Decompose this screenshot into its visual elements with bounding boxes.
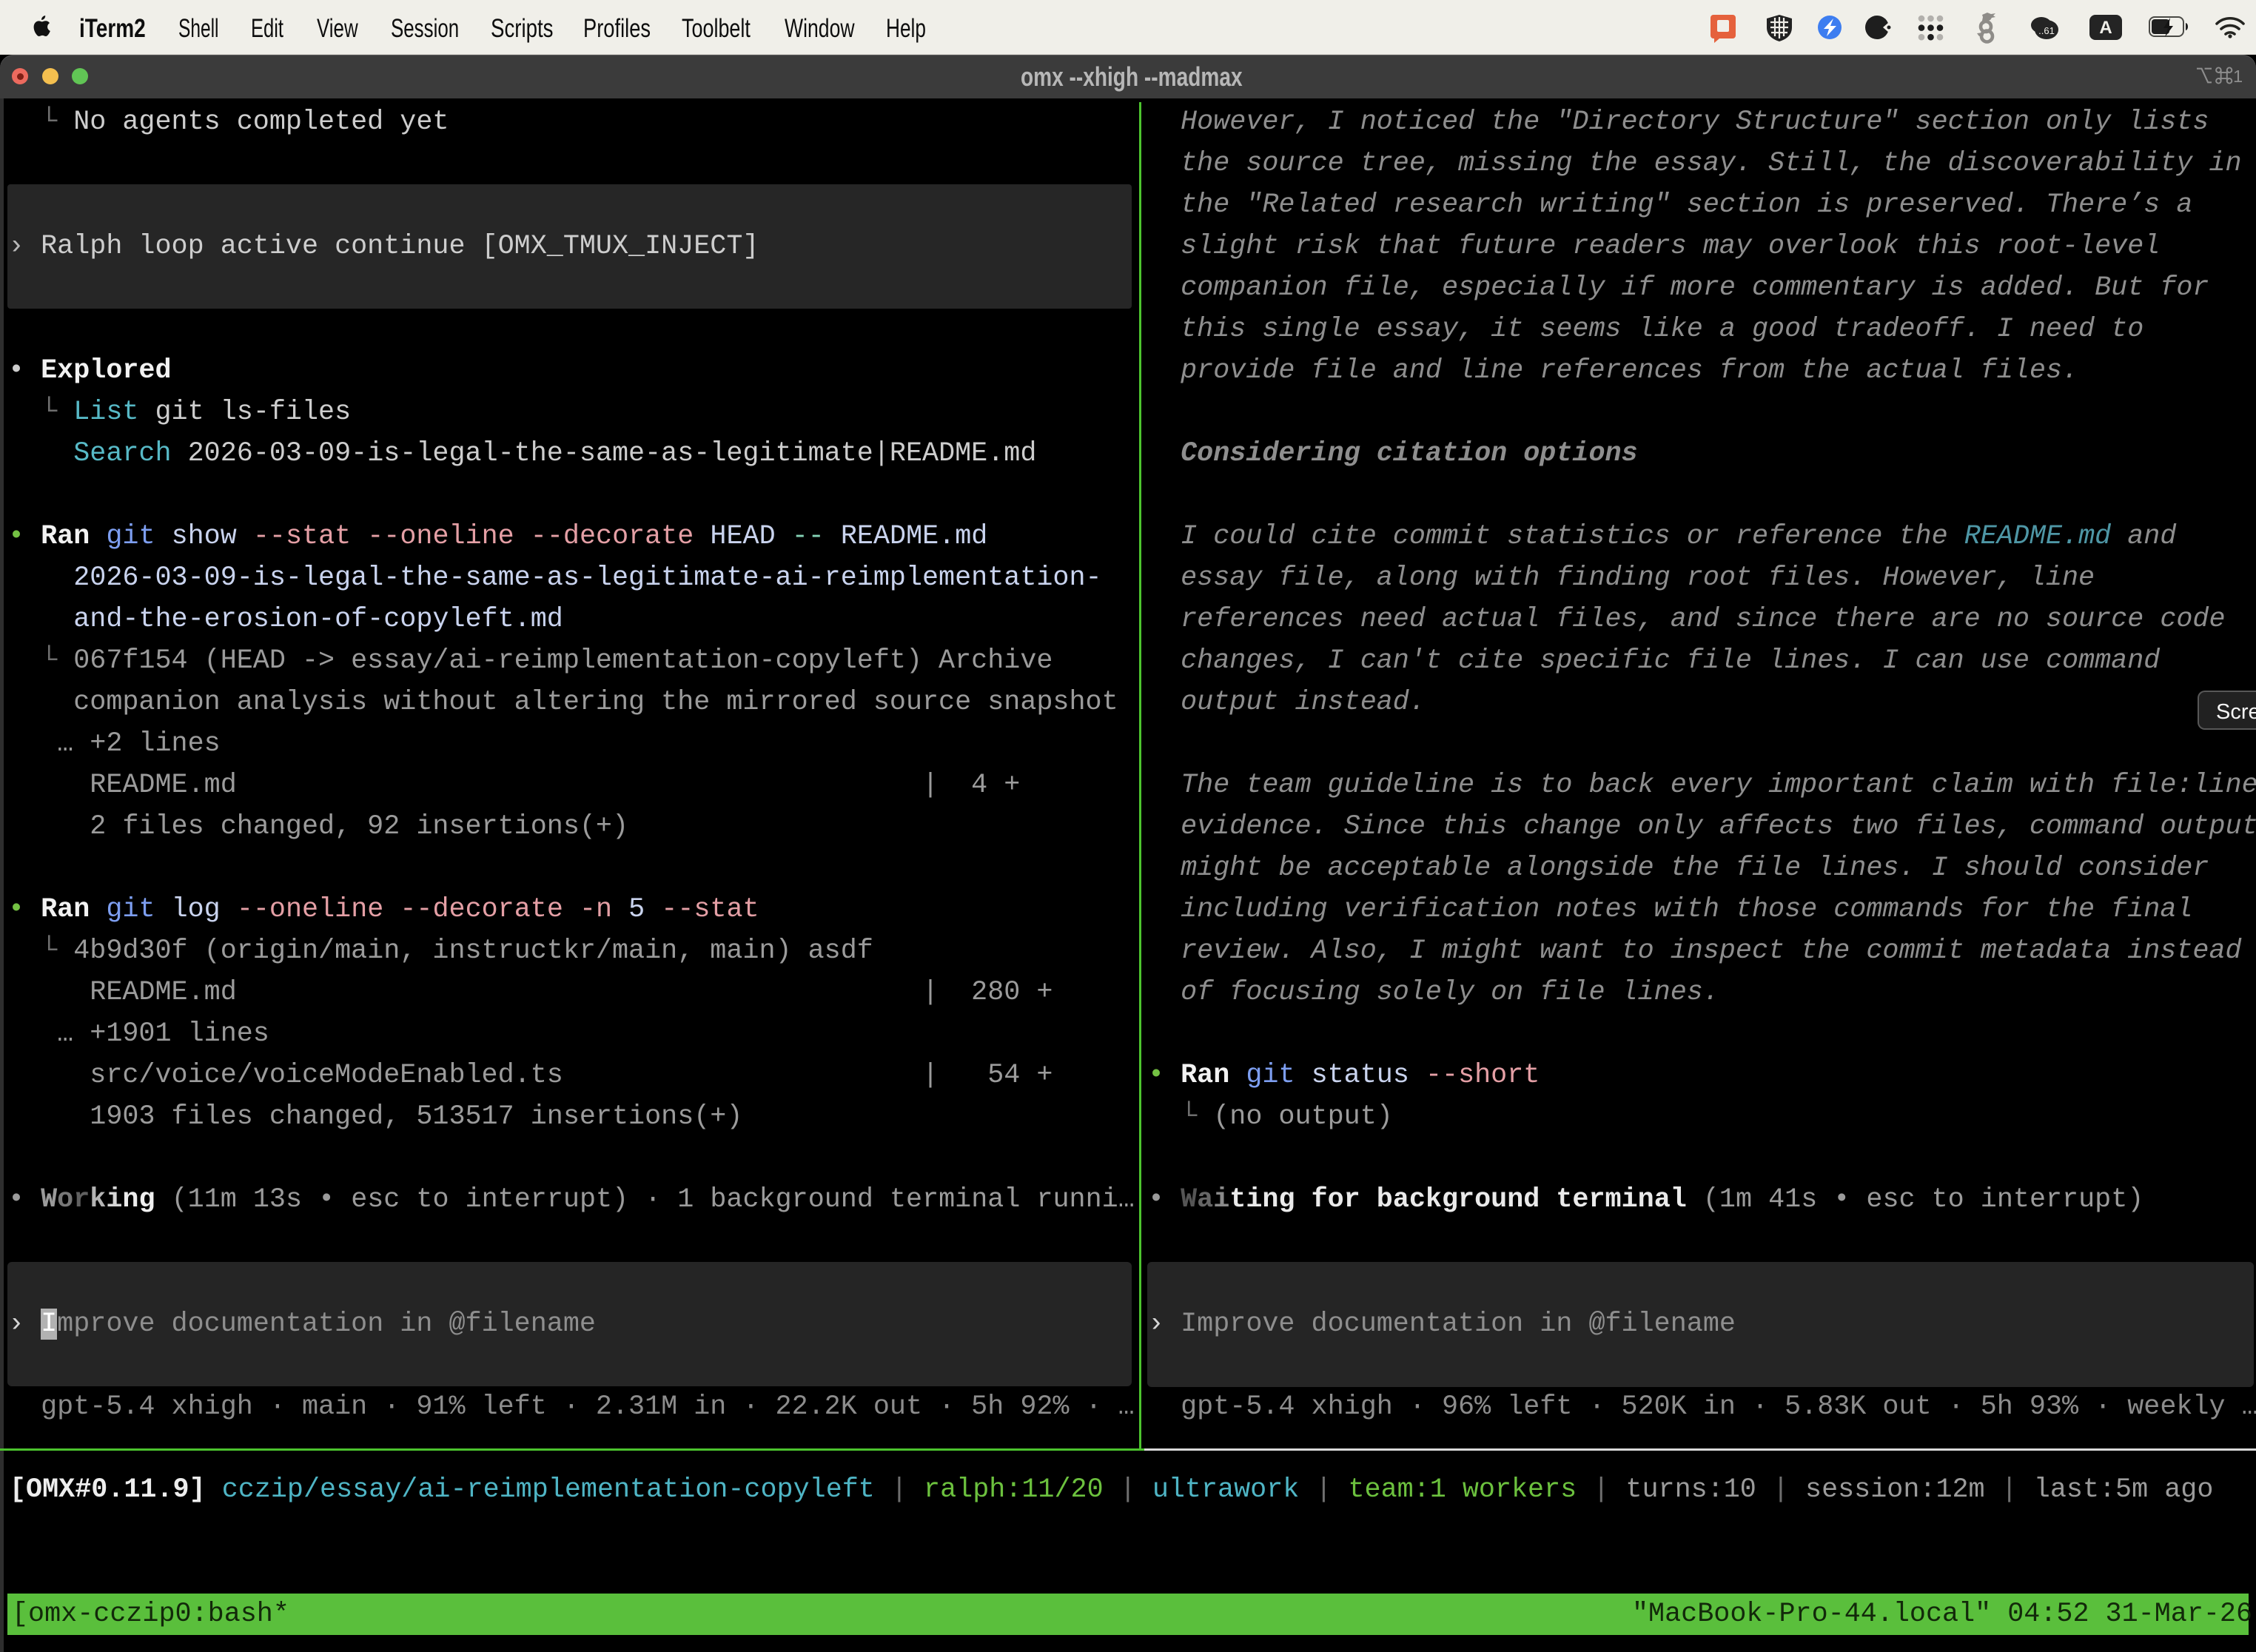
svg-text:A: A: [2099, 18, 2112, 38]
svg-text:1: 1: [2233, 67, 2243, 85]
svg-text:..61: ..61: [2038, 25, 2055, 36]
